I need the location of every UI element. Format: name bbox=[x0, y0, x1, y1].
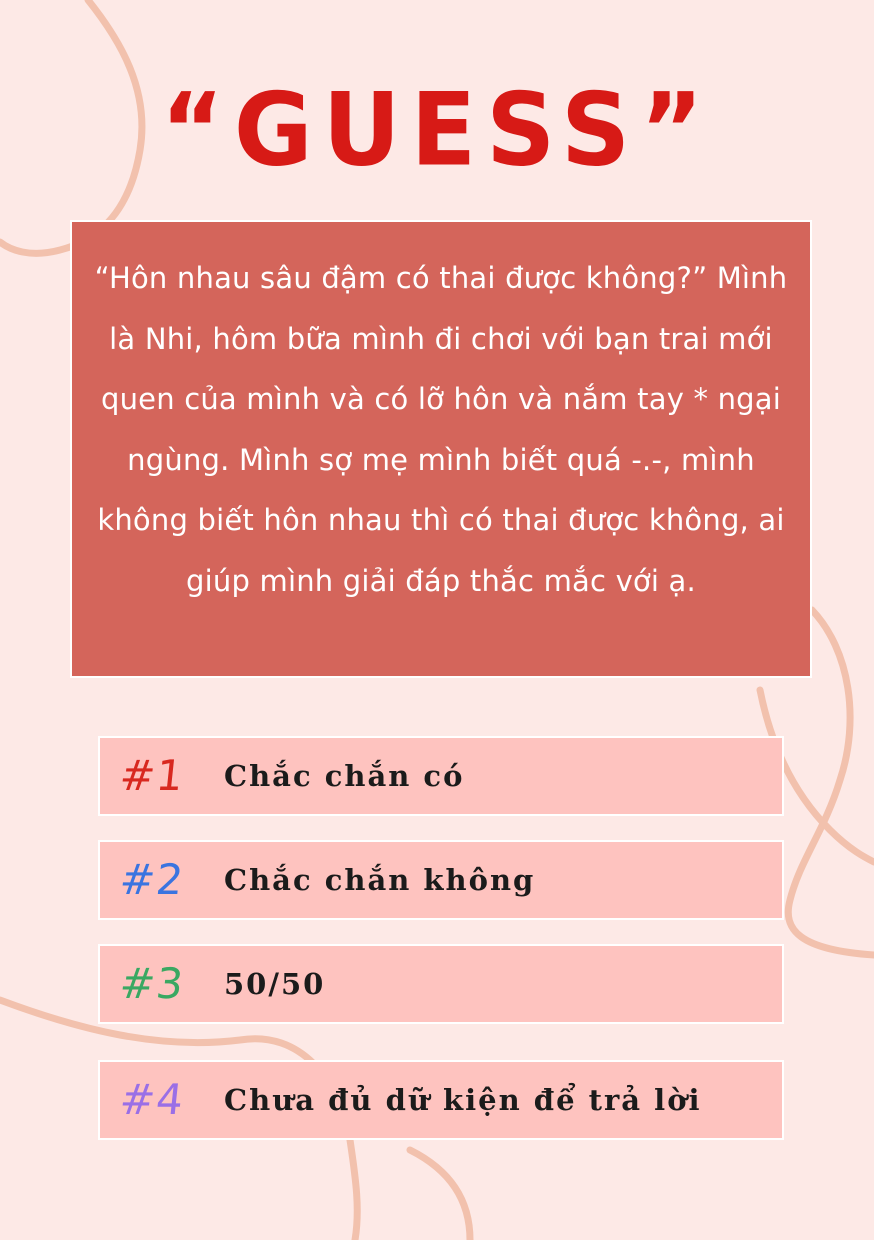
option-1-number: #1 bbox=[117, 751, 187, 800]
option-2[interactable]: #2 Chắc chắn không bbox=[98, 840, 784, 920]
option-1-label: Chắc chắn có bbox=[224, 759, 465, 793]
option-3-label: 50/50 bbox=[224, 967, 326, 1001]
decor-curve-bottom-mid bbox=[406, 1146, 474, 1240]
option-3-number: #3 bbox=[117, 959, 187, 1008]
option-1[interactable]: #1 Chắc chắn có bbox=[98, 736, 784, 816]
option-2-number: #2 bbox=[117, 855, 187, 904]
option-3[interactable]: #3 50/50 bbox=[98, 944, 784, 1024]
option-4-number: #4 bbox=[117, 1075, 187, 1124]
page-title: “GUESS” bbox=[160, 71, 714, 189]
option-4[interactable]: #4 Chưa đủ dữ kiện để trả lời bbox=[98, 1060, 784, 1140]
story-box: “Hôn nhau sâu đậm có thai được không?” M… bbox=[70, 220, 812, 678]
option-2-label: Chắc chắn không bbox=[224, 863, 536, 897]
option-4-label: Chưa đủ dữ kiện để trả lời bbox=[224, 1083, 702, 1117]
story-text: “Hôn nhau sâu đậm có thai được không?” M… bbox=[94, 261, 788, 598]
